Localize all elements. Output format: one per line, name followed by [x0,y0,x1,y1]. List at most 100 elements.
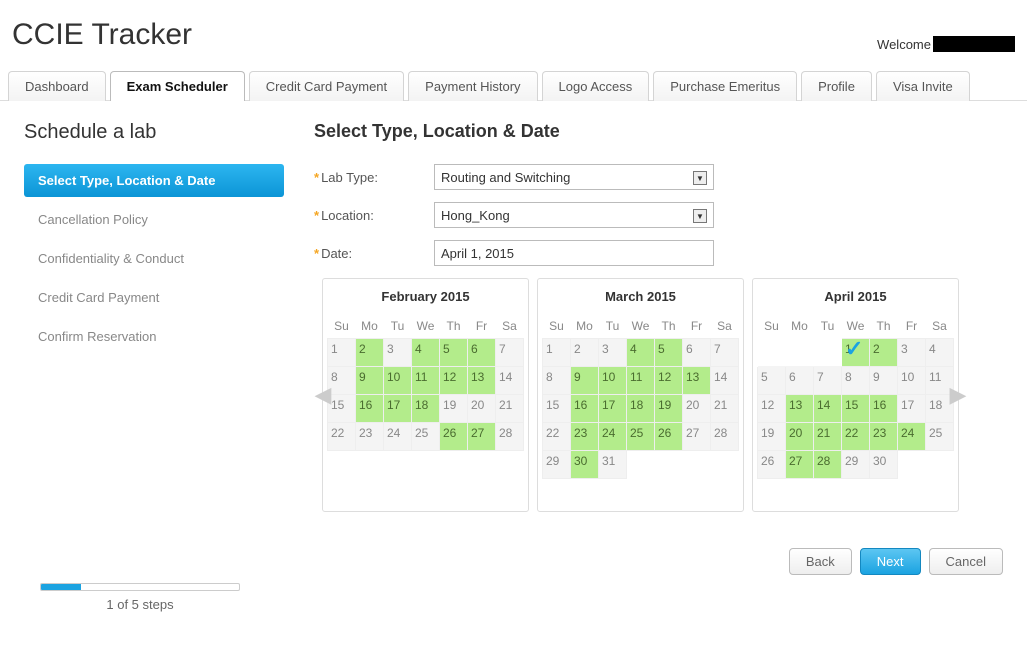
tab-exam-scheduler[interactable]: Exam Scheduler [110,71,245,101]
location-label: *Location: [314,208,434,223]
calendar-day: 20 [468,394,496,422]
calendar-day[interactable]: 24 [898,422,926,450]
calendar-day[interactable]: 18 [627,394,655,422]
calendar-day[interactable]: 17 [599,394,627,422]
calendar-day: 3 [384,338,412,366]
calendar-day[interactable]: 13 [683,366,711,394]
calendar-empty-cell [758,478,786,506]
calendar-day[interactable]: 18 [412,394,440,422]
calendar-day[interactable]: 27 [468,422,496,450]
calendar-day[interactable]: 13 [468,366,496,394]
day-header: Tu [599,314,627,338]
calendar-day[interactable]: 19 [655,394,683,422]
calendar-day[interactable]: 17 [384,394,412,422]
calendar-day[interactable]: 26 [440,422,468,450]
calendar-day[interactable]: 16 [571,394,599,422]
wizard-steps: Select Type, Location & Date Cancellation… [24,164,284,353]
step-2[interactable]: Confidentiality & Conduct [24,242,284,275]
calendar-day[interactable]: 11 [627,366,655,394]
calendar-day[interactable]: 12 [655,366,683,394]
calendar-day[interactable]: 25 [627,422,655,450]
calendar-day[interactable]: 20 [786,422,814,450]
step-0[interactable]: Select Type, Location & Date [24,164,284,197]
calendar-day[interactable]: 10 [384,366,412,394]
calendar-day: 6 [683,338,711,366]
step-1[interactable]: Cancellation Policy [24,203,284,236]
calendar-day[interactable]: 16 [870,394,898,422]
calendar-day[interactable]: 2 [356,338,384,366]
calendar-day[interactable]: 16 [356,394,384,422]
calendar-day[interactable]: 2 [870,338,898,366]
chevron-down-icon: ▼ [693,171,707,185]
calendar-day[interactable]: 5 [440,338,468,366]
back-button[interactable]: Back [789,548,852,575]
calendar-empty-cell [786,338,814,366]
calendar-day[interactable]: 22 [842,422,870,450]
step-4[interactable]: Confirm Reservation [24,320,284,353]
calendar-day: 25 [926,422,954,450]
calendar-empty-cell [384,478,412,506]
cancel-button[interactable]: Cancel [929,548,1003,575]
calendar-day[interactable]: 6 [468,338,496,366]
day-header: Tu [814,314,842,338]
calendar-empty-cell [468,478,496,506]
calendar-empty-cell [711,450,739,478]
calendar-day[interactable]: 4 [412,338,440,366]
calendar-day: 31 [599,450,627,478]
calendar-day[interactable]: 21 [814,422,842,450]
labtype-select[interactable]: Routing and Switching ▼ [434,164,714,190]
calendar-empty-cell [412,478,440,506]
day-header: Th [870,314,898,338]
calendar-next-button[interactable]: ▶ [949,378,967,412]
calendar-day[interactable]: 24 [599,422,627,450]
tab-dashboard[interactable]: Dashboard [8,71,106,101]
calendar-day: 6 [786,366,814,394]
calendar-day: 24 [384,422,412,450]
calendar-day: 23 [356,422,384,450]
location-select[interactable]: Hong_Kong ▼ [434,202,714,228]
calendar-day[interactable]: 4 [627,338,655,366]
section-title: Select Type, Location & Date [314,121,1003,142]
calendar-day: 8 [543,366,571,394]
step-3[interactable]: Credit Card Payment [24,281,284,314]
calendar-day: 29 [842,450,870,478]
tab-purchase-emeritus[interactable]: Purchase Emeritus [653,71,797,101]
welcome-text: Welcome [877,36,1015,52]
calendar-day[interactable]: 15 [842,394,870,422]
calendar-day[interactable]: 26 [655,422,683,450]
calendar-empty-cell [356,450,384,478]
calendar-prev-button[interactable]: ◀ [314,378,332,412]
calendar-day[interactable]: 9 [571,366,599,394]
calendar-day[interactable]: 23 [571,422,599,450]
calendar-day: 14 [711,366,739,394]
date-label: *Date: [314,246,434,261]
calendar-day[interactable]: 28 [814,450,842,478]
calendar-day[interactable]: 12 [440,366,468,394]
calendar-day: 21 [711,394,739,422]
calendar-day[interactable]: 27 [786,450,814,478]
calendar-day[interactable]: 14 [814,394,842,422]
calendar-empty-cell [898,450,926,478]
calendar-day[interactable]: 10 [599,366,627,394]
calendar-day[interactable]: 30 [571,450,599,478]
calendar-day: 9 [870,366,898,394]
calendar-day[interactable]: 5 [655,338,683,366]
calendar-day[interactable]: 9 [356,366,384,394]
next-button[interactable]: Next [860,548,921,575]
calendar-day[interactable]: 13 [786,394,814,422]
calendar-day[interactable]: 11 [412,366,440,394]
tab-credit-card-payment[interactable]: Credit Card Payment [249,71,404,101]
tab-profile[interactable]: Profile [801,71,872,101]
calendar-day: 1 [543,338,571,366]
labtype-label: *Lab Type: [314,170,434,185]
tab-logo-access[interactable]: Logo Access [542,71,650,101]
calendar-day: 26 [758,450,786,478]
tab-visa-invite[interactable]: Visa Invite [876,71,970,101]
calendar-day[interactable]: 23 [870,422,898,450]
date-display[interactable]: April 1, 2015 [434,240,714,266]
calendar-empty-cell [898,478,926,506]
tab-payment-history[interactable]: Payment History [408,71,537,101]
calendar-empty-cell [627,478,655,506]
calendar-day[interactable]: 1✓ [842,338,870,366]
calendar-day: 28 [711,422,739,450]
